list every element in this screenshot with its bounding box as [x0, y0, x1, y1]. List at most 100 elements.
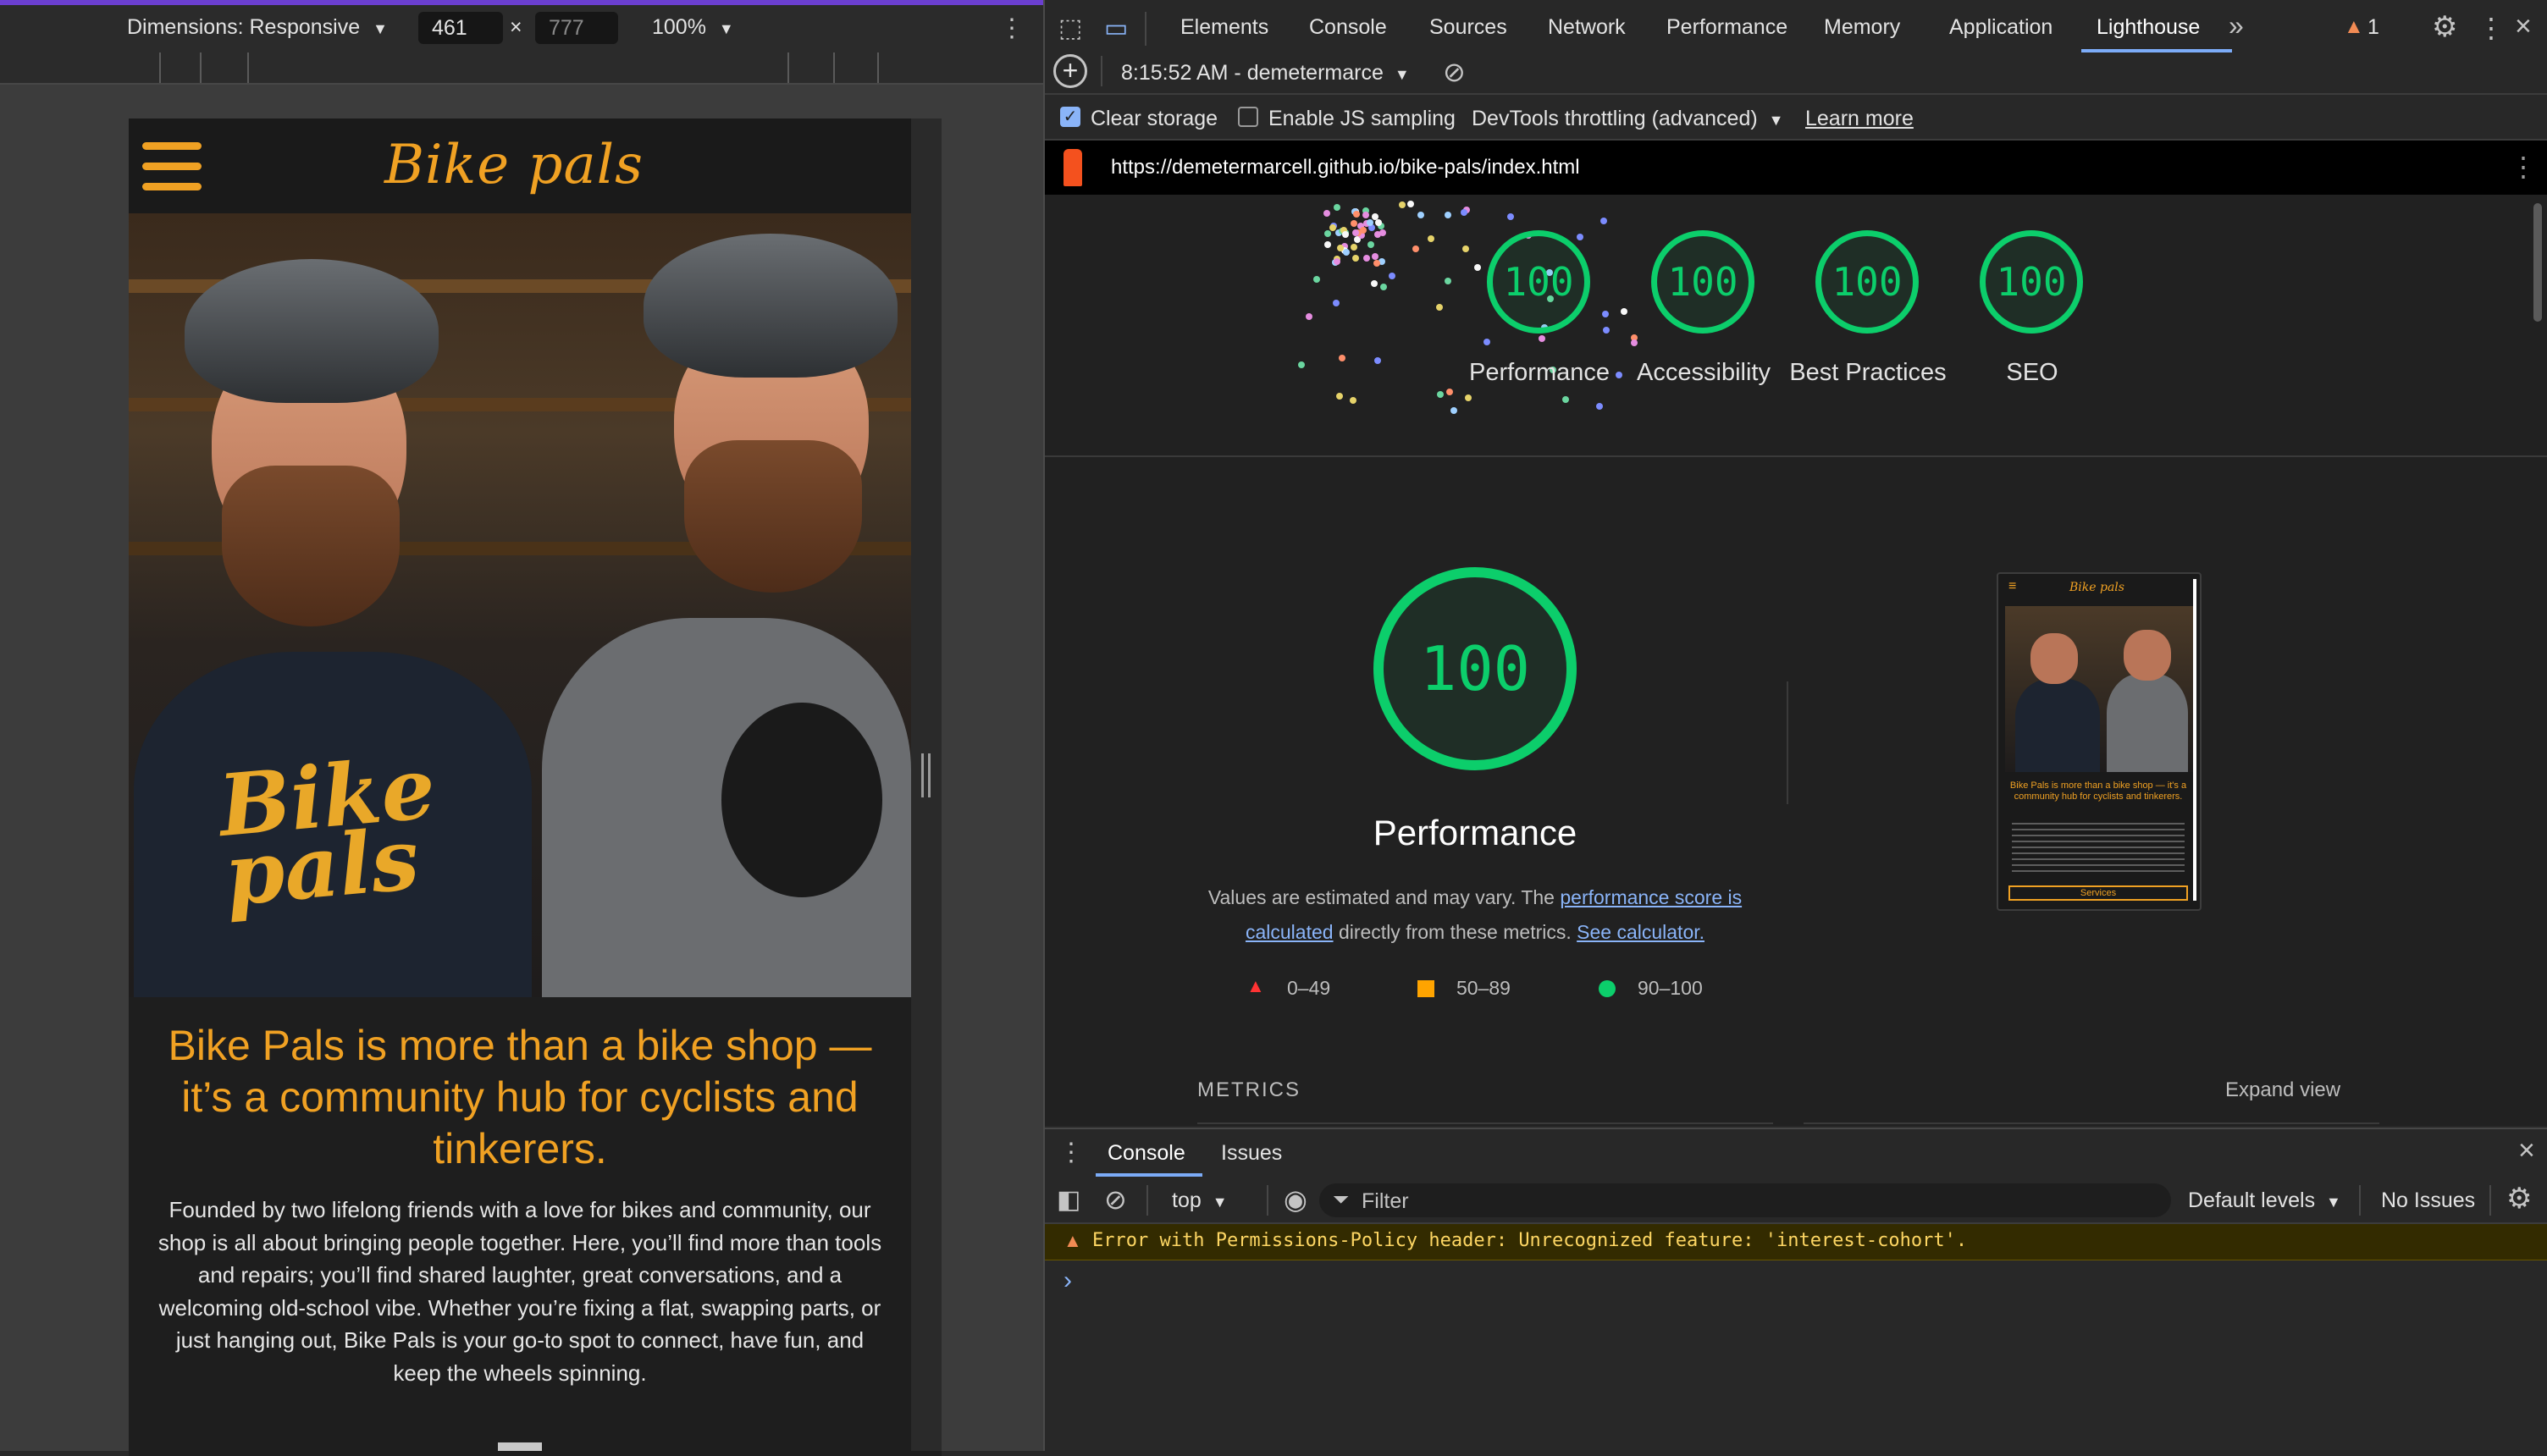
issues-counter[interactable]: No Issues: [2381, 1189, 2475, 1213]
gauge-accessibility[interactable]: 100: [1651, 230, 1754, 334]
zoom-label: 100%: [652, 15, 706, 39]
toolbar-separator: [1146, 1185, 1148, 1216]
confetti-dot: [1352, 229, 1360, 236]
eye-icon[interactable]: ◉: [1284, 1183, 1307, 1216]
dimensions-dropdown[interactable]: Dimensions: Responsive ▼: [127, 15, 388, 40]
confetti-dot: [1577, 234, 1584, 241]
clear-storage-label: Clear storage: [1091, 107, 1218, 130]
fail-triangle-icon: ▲: [1246, 975, 1265, 996]
right-resize-handle[interactable]: [921, 753, 931, 797]
shirt-graphic: [721, 703, 882, 897]
tab-lighthouse[interactable]: Lighthouse: [2097, 15, 2200, 40]
performance-score-gauge: 100: [1373, 567, 1577, 770]
toolbar-separator: [1267, 1185, 1268, 1216]
see-calculator-link[interactable]: See calculator.: [1577, 921, 1704, 943]
more-options-icon[interactable]: ⋮: [2478, 12, 2505, 44]
confetti-dot: [1603, 326, 1611, 334]
device-toggle-icon[interactable]: ▭: [1104, 14, 1128, 43]
console-settings-gear-icon[interactable]: ⚙: [2506, 1182, 2532, 1216]
inspect-element-icon[interactable]: ⬚: [1058, 14, 1082, 43]
legend-range-fail: 0–49: [1287, 977, 1331, 999]
height-input[interactable]: 777: [535, 12, 618, 44]
report-menu-icon[interactable]: ⋮: [2510, 151, 2537, 183]
confetti-dot: [1341, 230, 1349, 238]
throttling-dropdown[interactable]: DevTools throttling (advanced) ▼: [1472, 107, 1783, 131]
average-square-icon: [1417, 980, 1434, 997]
js-sampling-checkbox[interactable]: [1238, 107, 1258, 127]
gauge-best-practices[interactable]: 100: [1815, 230, 1919, 334]
sidebar-toggle-icon[interactable]: ◧: [1057, 1185, 1080, 1215]
lighthouse-options-row: ✓ Clear storage Enable JS sampling DevTo…: [1045, 95, 2547, 141]
tab-application[interactable]: Application: [1949, 15, 2053, 40]
drawer-menu-icon[interactable]: ⋮: [1058, 1138, 1084, 1167]
context-selector[interactable]: top ▼: [1172, 1189, 1228, 1213]
confetti-dot: [1417, 212, 1424, 219]
report-selector[interactable]: 8:15:52 AM - demetermarce ▼: [1121, 61, 1410, 85]
confetti-dot: [1561, 395, 1569, 403]
throttling-label: DevTools throttling (advanced): [1472, 107, 1758, 130]
final-screenshot-thumbnail[interactable]: ≡ Bike pals Bike Pals is more than a bik…: [1997, 572, 2202, 911]
ruler-mark: [200, 52, 202, 83]
gauge-performance[interactable]: 100: [1487, 230, 1590, 334]
close-icon[interactable]: ×: [2515, 10, 2532, 43]
tab-elements[interactable]: Elements: [1180, 15, 1268, 40]
console-prompt[interactable]: ›: [1064, 1266, 1072, 1295]
console-error-message[interactable]: Error with Permissions-Policy header: Un…: [1092, 1230, 1967, 1251]
warning-count[interactable]: 1: [2367, 15, 2379, 40]
performance-note: Values are estimated and may vary. The p…: [1185, 880, 1765, 950]
confetti-dot: [1298, 361, 1306, 368]
report-selector-label: 8:15:52 AM - demetermarce: [1121, 61, 1384, 85]
toolbar-separator: [1101, 56, 1102, 86]
drawer-tab-console[interactable]: Console: [1108, 1141, 1185, 1166]
tab-network[interactable]: Network: [1548, 15, 1626, 40]
tab-performance[interactable]: Performance: [1666, 15, 1787, 40]
drawer-tab-issues[interactable]: Issues: [1221, 1141, 1282, 1166]
confetti-dot: [1407, 201, 1415, 208]
warning-icon[interactable]: ▲: [2344, 15, 2364, 39]
gauge-label-seo: SEO: [2006, 359, 2058, 386]
clear-storage-checkbox[interactable]: ✓: [1060, 107, 1080, 127]
zoom-dropdown[interactable]: 100% ▼: [652, 15, 734, 40]
hamburger-line: [142, 142, 202, 150]
thumb-paragraph-lines: [2012, 823, 2185, 874]
gear-icon[interactable]: ⚙: [2432, 10, 2457, 44]
console-filter-input[interactable]: ⏷ Filter: [1319, 1183, 2171, 1217]
clear-console-icon[interactable]: ⊘: [1104, 1183, 1127, 1216]
hamburger-menu-button[interactable]: [139, 139, 205, 195]
confetti-dot: [1324, 230, 1332, 238]
chevron-down-icon: ▼: [2326, 1194, 2341, 1211]
thumb-logo: Bike pals: [2069, 581, 2124, 594]
confetti-dot: [1367, 218, 1374, 226]
confetti-dot: [1600, 218, 1608, 225]
bottom-resize-handle[interactable]: [498, 1442, 542, 1451]
thumb-shirt: [2107, 674, 2188, 772]
more-tabs-button[interactable]: »: [2229, 10, 2244, 41]
close-drawer-icon[interactable]: ×: [2518, 1134, 2535, 1167]
confetti-dot: [1506, 213, 1514, 221]
log-levels-dropdown[interactable]: Default levels ▼: [2188, 1189, 2341, 1213]
width-input[interactable]: 461: [418, 12, 503, 44]
tab-sources[interactable]: Sources: [1429, 15, 1507, 40]
report-scrollbar[interactable]: [2533, 203, 2542, 322]
chevron-down-icon: ▼: [718, 20, 734, 37]
clear-reports-icon[interactable]: ⊘: [1443, 56, 1466, 88]
thumb-menu-icon: ≡: [2008, 579, 2017, 593]
learn-more-link[interactable]: Learn more: [1805, 107, 1914, 131]
expand-view-toggle[interactable]: Expand view: [2225, 1078, 2340, 1102]
confetti-dot: [1371, 280, 1378, 288]
pass-circle-icon: [1599, 980, 1616, 997]
more-options-icon[interactable]: ⋮: [999, 14, 1025, 43]
report-url[interactable]: https://demetermarcell.github.io/bike-pa…: [1111, 156, 1580, 179]
site-logo[interactable]: Bike pals: [384, 134, 644, 196]
confetti-dot: [1323, 209, 1331, 217]
tab-memory[interactable]: Memory: [1824, 15, 1900, 40]
confetti-dot: [1336, 392, 1344, 400]
new-report-button[interactable]: +: [1053, 54, 1087, 88]
confetti-dot: [1461, 245, 1469, 252]
js-sampling-label: Enable JS sampling: [1268, 107, 1456, 130]
confetti-dot: [1398, 201, 1406, 208]
tab-console[interactable]: Console: [1309, 15, 1387, 40]
lighthouse-report: [1045, 195, 2547, 1126]
gauge-seo[interactable]: 100: [1980, 230, 2083, 334]
lighthouse-icon: [1064, 149, 1082, 186]
